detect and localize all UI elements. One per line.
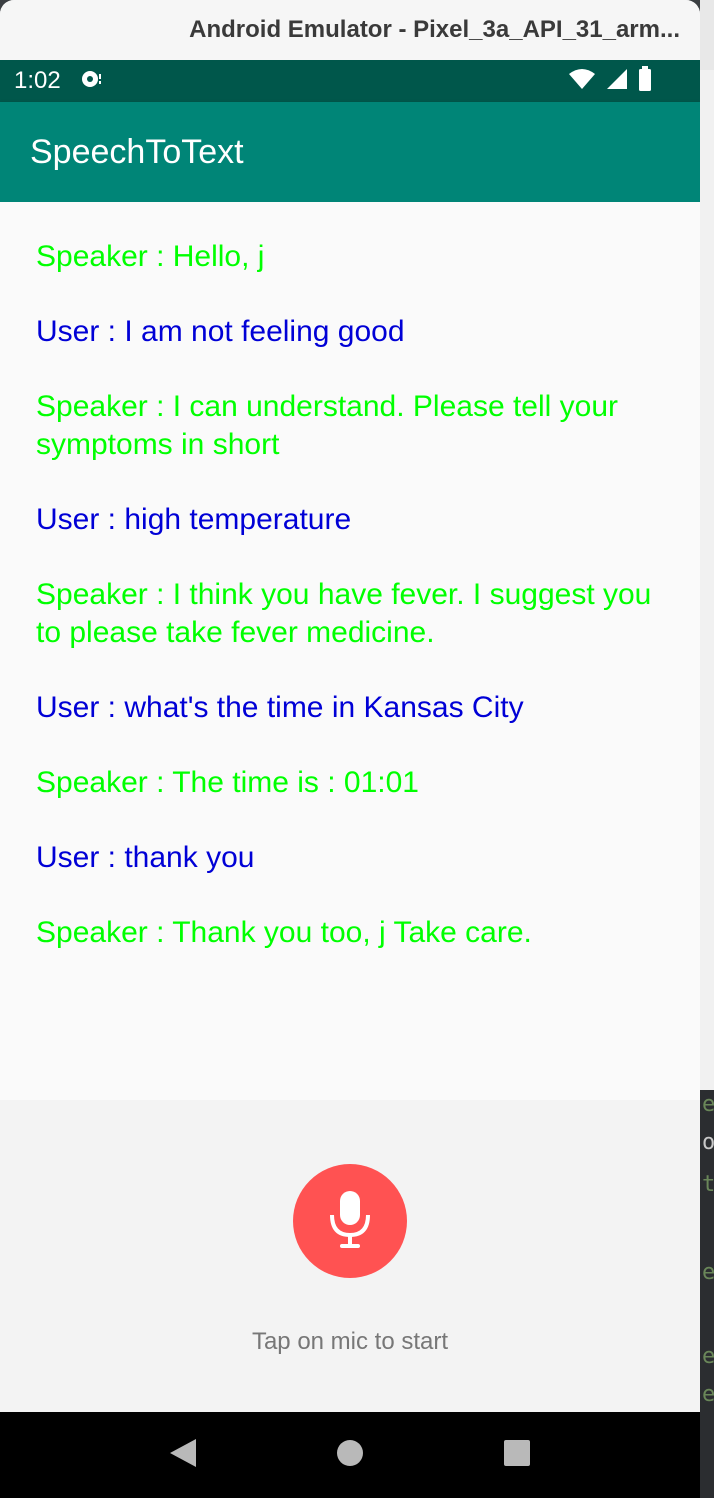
speaker-message: Speaker : The time is : 01:01 — [36, 766, 419, 799]
background-ide-strip: e o t e e e — [700, 0, 714, 1498]
mic-panel: Tap on mic to start — [0, 1100, 700, 1412]
recents-button[interactable] — [487, 1425, 547, 1485]
recents-icon — [503, 1439, 531, 1472]
wifi-icon — [568, 67, 596, 96]
signal-icon — [606, 67, 628, 96]
mic-button[interactable] — [293, 1164, 407, 1278]
status-time: 1:02 — [14, 67, 61, 94]
conversation-list[interactable]: Speaker : Hello, j User : I am not feeli… — [0, 202, 700, 1100]
app-title: SpeechToText — [30, 132, 244, 171]
home-button[interactable] — [320, 1425, 380, 1485]
speaker-message: Speaker : Hello, j — [36, 240, 265, 273]
media-notification-icon — [79, 68, 105, 95]
window-titlebar[interactable]: Android Emulator - Pixel_3a_API_31_arm..… — [0, 0, 700, 60]
window-title: Android Emulator - Pixel_3a_API_31_arm..… — [189, 16, 680, 43]
mic-hint: Tap on mic to start — [251, 1328, 449, 1355]
user-message: User : what's the time in Kansas City — [36, 691, 524, 724]
user-message: User : thank you — [36, 841, 255, 874]
user-message: User : I am not feeling good — [36, 315, 405, 348]
status-bar: 1:02 — [0, 60, 700, 102]
speaker-message: Speaker : Thank you too, j Take care. — [36, 916, 532, 949]
back-icon — [168, 1437, 198, 1474]
app-bar: SpeechToText — [0, 102, 700, 202]
home-icon — [336, 1439, 364, 1472]
microphone-icon — [324, 1189, 376, 1254]
user-message: User : high temperature — [36, 503, 352, 536]
speaker-message: Speaker : I can understand. Please tell … — [36, 390, 619, 461]
navigation-bar — [0, 1412, 700, 1498]
battery-icon — [638, 65, 652, 97]
back-button[interactable] — [153, 1425, 213, 1485]
speaker-message: Speaker : I think you have fever. I sugg… — [36, 578, 652, 649]
emulator-window: Android Emulator - Pixel_3a_API_31_arm..… — [0, 0, 700, 1498]
